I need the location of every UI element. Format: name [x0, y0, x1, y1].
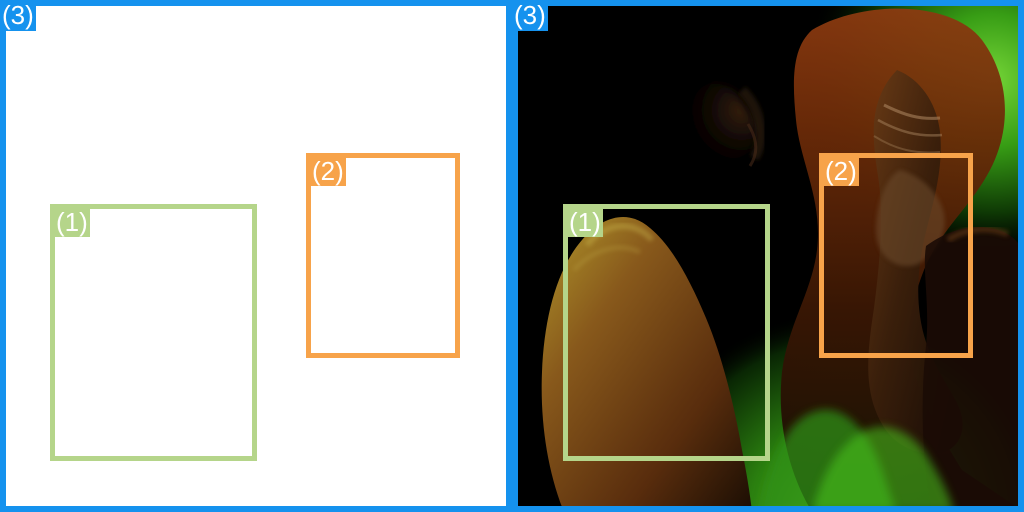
- bbox-1-label-left: (1): [54, 207, 90, 237]
- bbox-2-label-right: (2): [823, 156, 859, 186]
- region-3-label-right: (3): [512, 0, 548, 31]
- bbox-1-left: (1): [50, 204, 257, 461]
- region-3-label-left: (3): [0, 0, 36, 31]
- bbox-1-label-right: (1): [567, 207, 603, 237]
- bbox-2-right: (2): [819, 153, 973, 358]
- image-comparison-stage: (3) (1) (2) (3) (1) (2): [0, 0, 1024, 512]
- bbox-1-right: (1): [563, 204, 770, 461]
- photo-panel: (3) (1) (2): [512, 0, 1024, 512]
- bbox-2-label-left: (2): [310, 156, 346, 186]
- mask-panel: (3) (1) (2): [0, 0, 512, 512]
- bbox-2-left: (2): [306, 153, 460, 358]
